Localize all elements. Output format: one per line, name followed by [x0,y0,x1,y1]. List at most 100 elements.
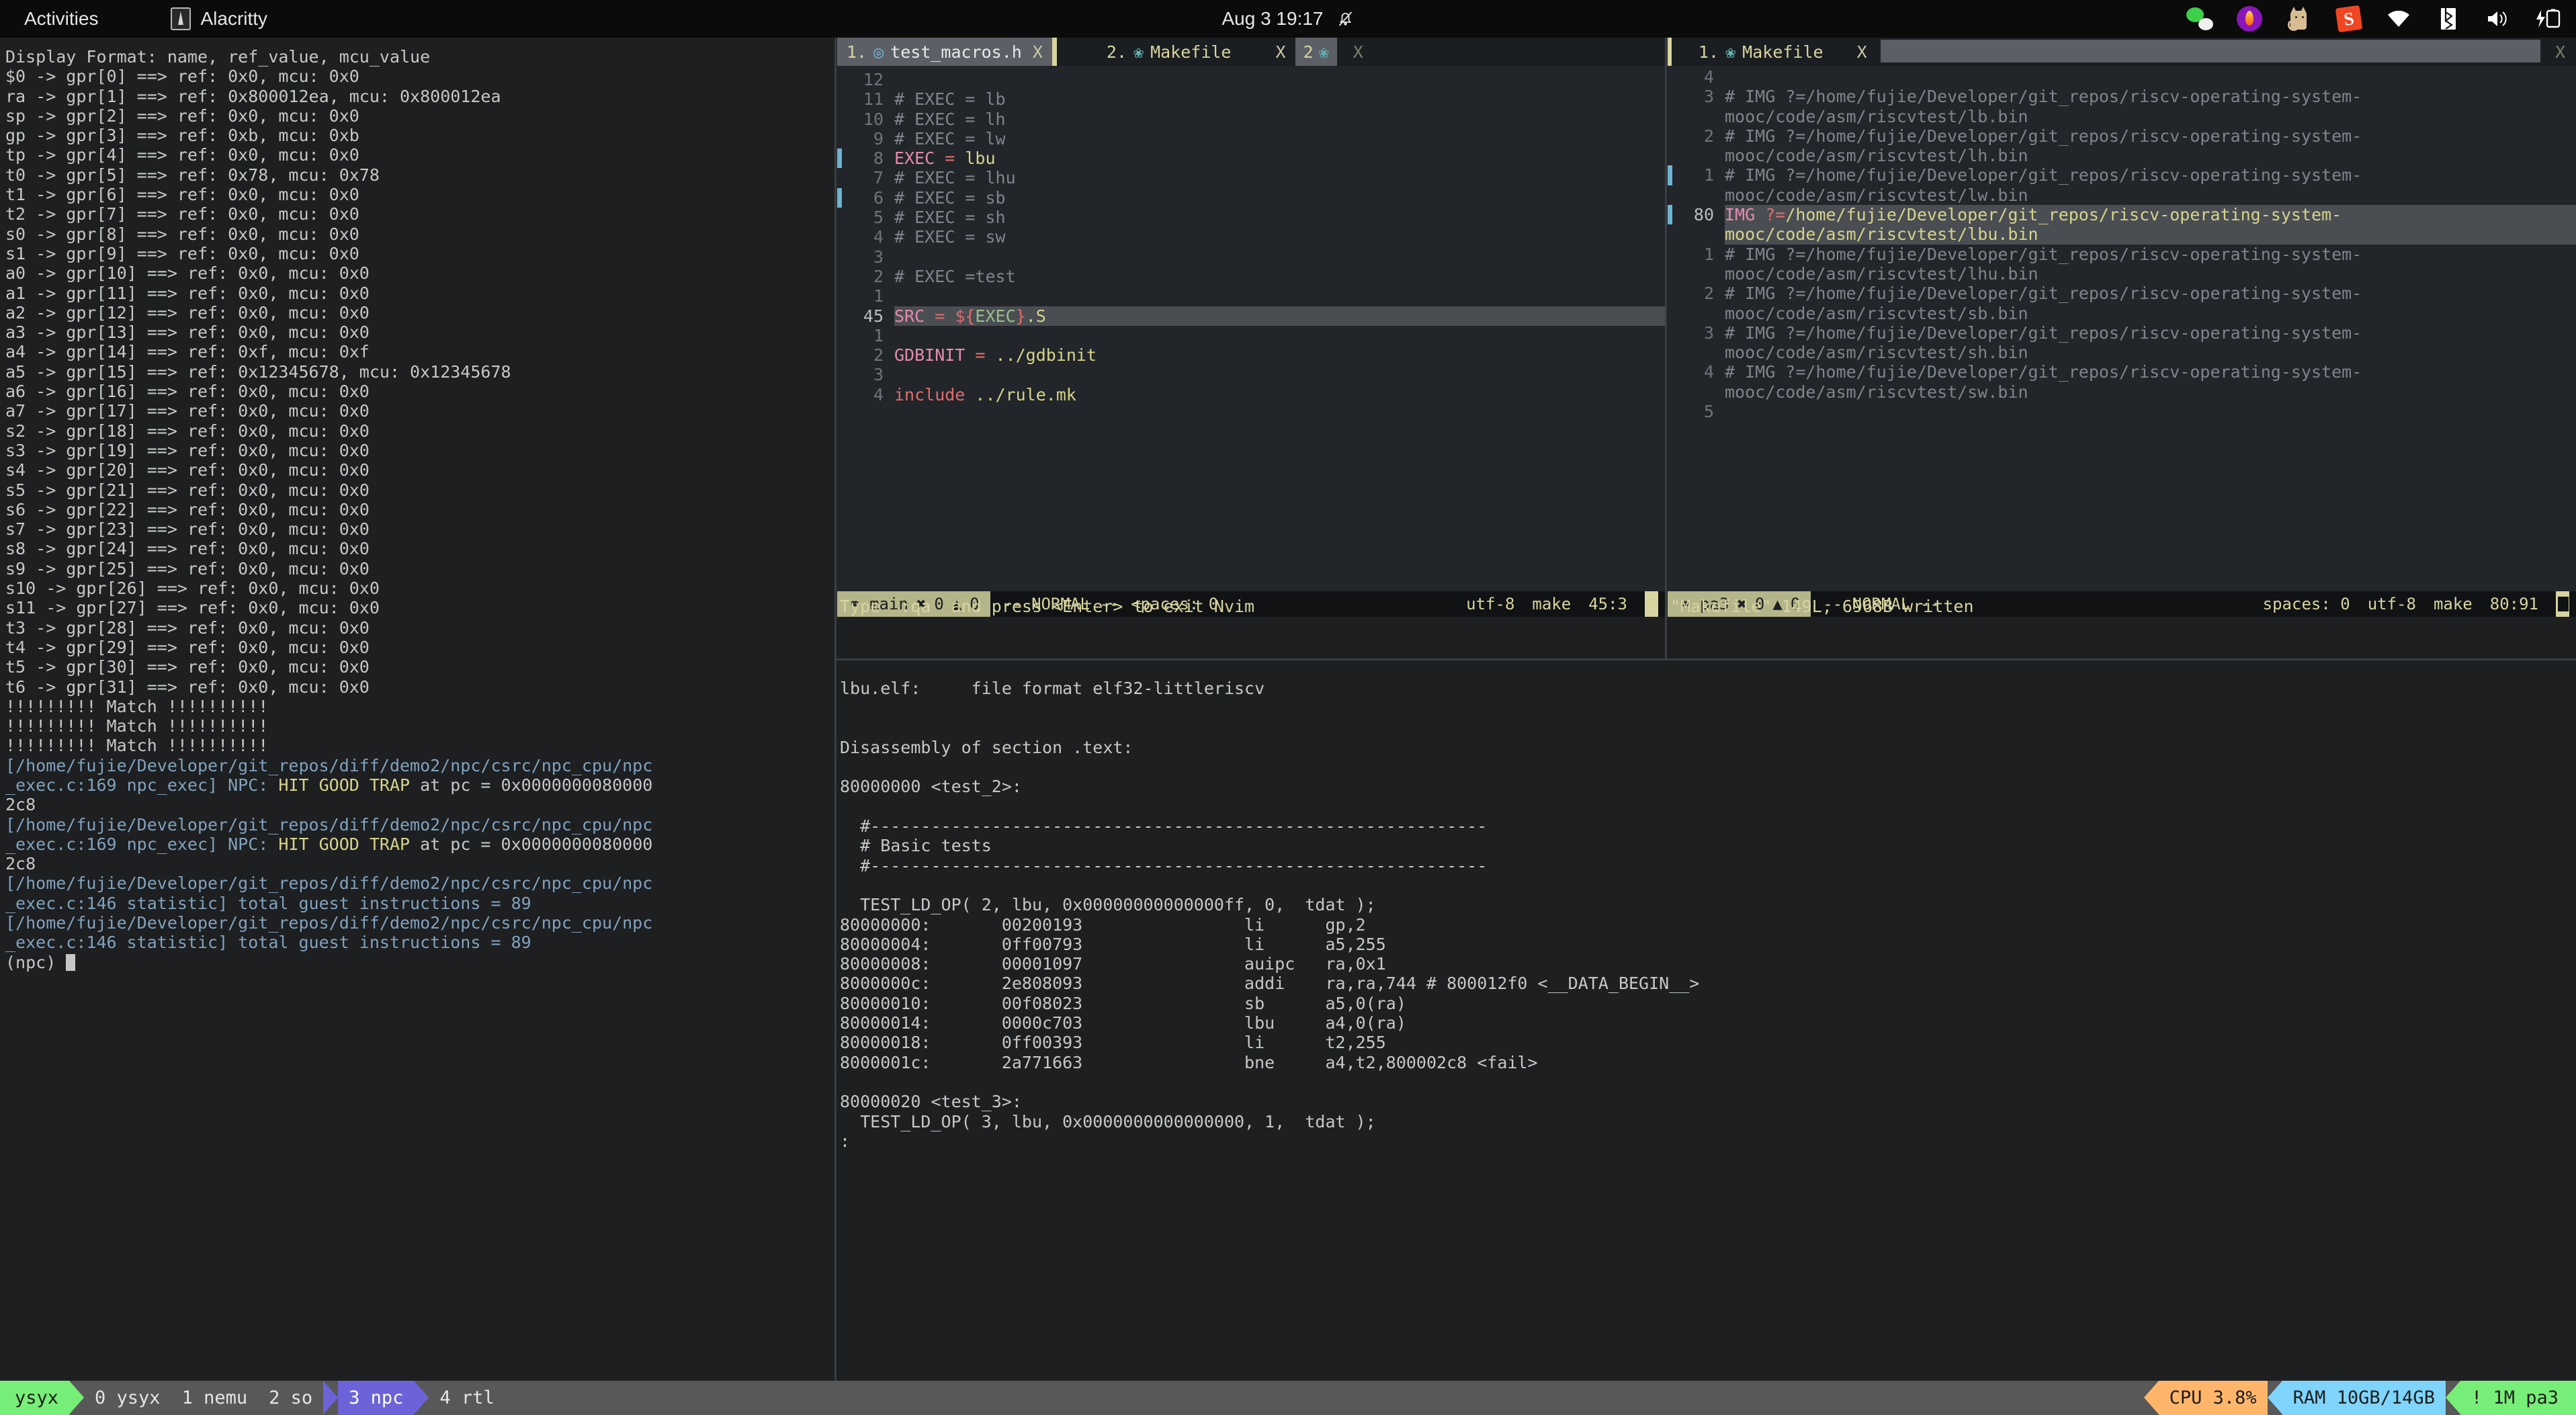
terminal-line: s2 -> gpr[18] ==> ref: 0x0, mcu: 0x0 [5,421,832,441]
tmux-window-0[interactable]: 0 ysyx [84,1381,171,1415]
terminal-line: a6 -> gpr[16] ==> ref: 0x0, mcu: 0x0 [5,382,832,401]
bluetooth-icon[interactable] [2435,5,2462,32]
code-token: ../rule.mk [975,384,1076,404]
code-text: SRC = ${EXEC}.S [894,306,1665,326]
code-line[interactable]: mooc/code/asm/riscvtest/lbu.bin [1668,224,2576,245]
code-line[interactable]: 7 # EXEC = lhu [837,168,1665,187]
volume-icon[interactable] [2485,5,2511,32]
output-line: #---------------------------------------… [840,816,1488,837]
tab-label: test_macros.h [890,42,1022,62]
tmux-window-1[interactable]: 1 nemu [171,1381,259,1415]
code-line[interactable]: 4 include ../rule.mk [837,385,1665,404]
gutter-change-marker [1668,284,1672,303]
code-line[interactable]: 1 # IMG ?=/home/fujie/Developer/git_repos… [1668,165,2576,185]
code-line[interactable]: 4 # IMG ?=/home/fujie/Developer/git_repos… [1668,362,2576,382]
code-line[interactable]: mooc/code/asm/riscvtest/sw.bin [1668,382,2576,402]
terminal-line: t2 -> gpr[7] ==> ref: 0x0, mcu: 0x0 [5,204,832,224]
code-line[interactable]: 3 # IMG ?=/home/fujie/Developer/git_repos… [1668,87,2576,106]
code-line[interactable]: 3 [837,365,1665,384]
code-token: GDBINIT [894,345,965,366]
battery-charging-icon[interactable] [2534,5,2561,32]
line-number: 6 [873,187,884,208]
cat-icon[interactable] [2286,5,2313,32]
tab-close-icon[interactable]: X [1276,42,1286,62]
code-line[interactable]: mooc/code/asm/riscvtest/lb.bin [1668,107,2576,126]
bottom-output-pane[interactable]: lbu.elf: file format elf32-littleriscv D… [840,679,2573,1151]
tabline-close-all[interactable]: X [1337,38,1375,66]
code-line[interactable]: 6 # EXEC = sb [837,187,1665,208]
code-line[interactable]: 3 [837,247,1665,267]
terminal-line: _exec.c:146 statistic] total guest instr… [5,933,832,952]
center-nvim-pane[interactable]: 1. ◎ test_macros.h X 2. ❀ Makefile X 2 ❀… [837,38,1665,599]
tabline-close-all[interactable]: X [2540,38,2576,66]
code-line[interactable]: 2 # IMG ?=/home/fujie/Developer/git_repos… [1668,126,2576,146]
tmux-window-3-active[interactable]: 3 npc [338,1381,415,1415]
code-line[interactable]: mooc/code/asm/riscvtest/sb.bin [1668,304,2576,323]
sogou-icon[interactable]: S [2335,5,2363,33]
line-number: 4 [873,384,884,404]
code-line[interactable]: 1 # IMG ?=/home/fujie/Developer/git_repos… [1668,245,2576,264]
right-nvim-pane[interactable]: 1. ❀ Makefile X X 4 3 # IMG ?=/home/fujie… [1668,38,2576,599]
code-line[interactable]: 3 # IMG ?=/home/fujie/Developer/git_repos… [1668,323,2576,343]
code-line[interactable]: 4 # EXEC = sw [837,227,1665,247]
code-line[interactable]: 45 SRC = ${EXEC}.S [837,306,1665,326]
center-editor-buffer[interactable]: 12 11 # EXEC = lb 10 # EXEC = lh 9 # EXEC = l… [837,66,1665,404]
pane-separator-horizontal [834,658,2576,660]
terminal-line: s1 -> gpr[9] ==> ref: 0x0, mcu: 0x0 [5,244,832,263]
tmux-window-4[interactable]: 4 rtl [429,1381,505,1415]
terminal-text: t5 -> gpr[30] ==> ref: 0x0, mcu: 0x0 [5,657,370,677]
tab-close-icon[interactable]: X [1857,42,1867,62]
code-line[interactable]: 5 # EXEC = sh [837,208,1665,227]
code-line[interactable]: 12 [837,70,1665,89]
gutter-change-marker [1668,165,1672,185]
code-line[interactable]: 11 # EXEC = lb [837,89,1665,109]
output-line: 80000000 <test_2>: [840,777,1022,797]
code-line[interactable]: 1 [837,326,1665,345]
tmux-spacer [505,1381,2144,1415]
terminal-text: s0 -> gpr[8] ==> ref: 0x0, mcu: 0x0 [5,224,359,244]
terminal-line: sp -> gpr[2] ==> ref: 0x0, mcu: 0x0 [5,106,832,126]
tab-makefile[interactable]: 1. ❀ Makefile X [1672,38,1877,66]
flame-icon[interactable] [2236,5,2263,32]
clock-menu[interactable]: Aug 3 19:17 [1221,8,1354,30]
activities-button[interactable]: Activities [24,8,98,30]
code-line[interactable]: 2 GDBINIT = ../gdbinit [837,345,1665,365]
code-token: # EXEC = lb [894,89,1006,110]
code-token: = [935,148,965,169]
terminal-line: _exec.c:169 npc_exec] NPC: HIT GOOD TRAP… [5,775,832,795]
left-terminal-pane[interactable]: Display Format: name, ref_value, mcu_val… [5,47,832,972]
tab-close-makefile[interactable]: X [1241,38,1295,66]
code-text: include ../rule.mk [894,385,1665,404]
tab-makefile[interactable]: 2. ❀ Makefile [1097,38,1241,66]
tab-count-badge[interactable]: 2 ❀ [1295,38,1337,66]
close-all-icon[interactable]: X [2555,42,2565,62]
code-line[interactable]: 1 [837,286,1665,306]
code-line[interactable]: 2 # IMG ?=/home/fujie/Developer/git_repos… [1668,284,2576,303]
tab-test-macros-h[interactable]: 1. ◎ test_macros.h X [837,38,1052,66]
tab-number: 1. [1699,42,1719,62]
close-all-icon[interactable]: X [1353,42,1363,62]
code-line[interactable]: 80 IMG ?=/home/fujie/Developer/git_repos/… [1668,205,2576,225]
right-editor-buffer[interactable]: 4 3 # IMG ?=/home/fujie/Developer/git_rep… [1668,66,2576,421]
code-line[interactable]: 10 # EXEC = lh [837,110,1665,129]
code-line[interactable]: 2 # EXEC =test [837,267,1665,286]
wechat-icon[interactable] [2186,5,2213,32]
code-line[interactable]: 9 # EXEC = lw [837,129,1665,148]
terminal-line: !!!!!!!!! Match !!!!!!!!!! [5,716,832,736]
wifi-icon[interactable] [2385,5,2412,32]
tmux-window-2[interactable]: 2 so [258,1381,323,1415]
tmux-session-name[interactable]: ysyx [0,1381,70,1415]
code-line[interactable]: mooc/code/asm/riscvtest/lw.bin [1668,185,2576,205]
gutter-change-marker [1668,87,1672,106]
terminal-line: a5 -> gpr[15] ==> ref: 0x12345678, mcu: … [5,362,832,382]
code-line[interactable]: 8 EXEC = lbu [837,148,1665,169]
code-line[interactable]: mooc/code/asm/riscvtest/sh.bin [1668,343,2576,362]
app-menu-alacritty[interactable]: Alacritty [171,7,267,30]
code-line[interactable]: 5 [1668,402,2576,421]
pane-separator-left [834,38,836,1381]
code-line[interactable]: mooc/code/asm/riscvtest/lh.bin [1668,146,2576,165]
tab-close-icon[interactable]: X [1033,42,1043,62]
code-line[interactable]: 4 [1668,67,2576,87]
code-line[interactable]: mooc/code/asm/riscvtest/lhu.bin [1668,264,2576,284]
line-number: 9 [873,128,884,148]
